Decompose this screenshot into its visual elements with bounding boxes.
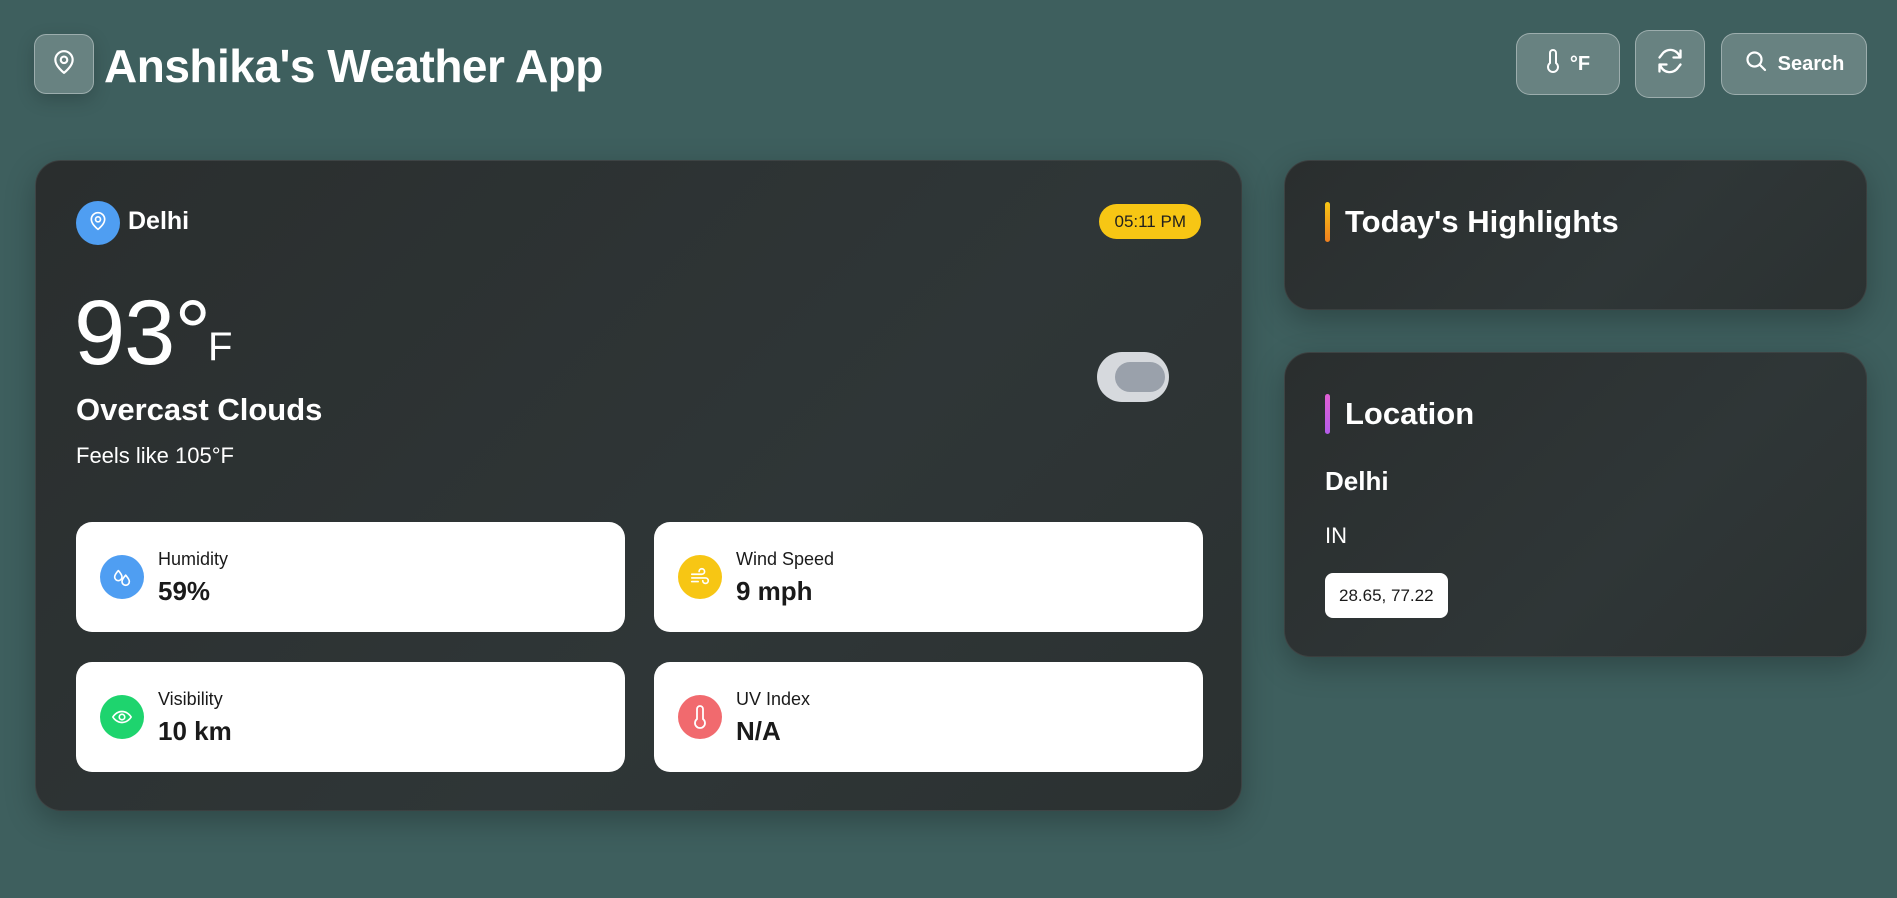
wind-icon [678, 555, 722, 599]
current-weather-card: Delhi 05:11 PM 93° F Overcast Clouds Fee… [35, 160, 1242, 811]
toggle-knob [1115, 362, 1165, 392]
location-title: Location [1325, 394, 1474, 434]
refresh-button[interactable] [1635, 30, 1705, 98]
weather-condition: Overcast Clouds [76, 392, 323, 427]
time-badge: 05:11 PM [1099, 204, 1201, 239]
location-city: Delhi [1325, 466, 1389, 496]
wind-speed-tile: Wind Speed 9 mph [654, 522, 1203, 632]
highlights-title-text: Today's Highlights [1345, 204, 1619, 239]
stat-label: UV Index [736, 689, 811, 709]
eye-icon [100, 695, 144, 739]
thermometer-icon [1546, 49, 1560, 79]
search-label: Search [1777, 52, 1845, 75]
uv-index-tile: UV Index N/A [654, 662, 1203, 772]
temperature-value: 93° [74, 282, 211, 384]
location-card: Location Delhi IN 28.65, 77.22 [1284, 352, 1867, 657]
unit-label: °F [1569, 52, 1591, 75]
stat-label: Wind Speed [736, 549, 835, 569]
highlights-title: Today's Highlights [1325, 202, 1619, 242]
search-button[interactable]: Search [1721, 33, 1867, 95]
stat-value: 9 mph [736, 576, 813, 606]
accent-bar [1325, 202, 1330, 242]
search-icon [1744, 49, 1768, 79]
map-pin-icon [88, 210, 108, 237]
stat-value: 10 km [158, 716, 232, 746]
temperature-unit: F [208, 325, 233, 369]
city-badge [76, 201, 120, 245]
humidity-tile: Humidity 59% [76, 522, 625, 632]
app-logo [34, 34, 94, 94]
stat-value: 59% [158, 576, 211, 606]
stat-value: N/A [736, 716, 781, 746]
highlights-card: Today's Highlights [1284, 160, 1867, 310]
app-title: Anshika's Weather App [104, 40, 603, 92]
location-coordinates: 28.65, 77.22 [1325, 573, 1448, 618]
thermometer-icon [678, 695, 722, 739]
stat-label: Humidity [158, 549, 229, 569]
city-name: Delhi [128, 207, 190, 235]
unit-toggle-button[interactable]: °F [1516, 33, 1620, 95]
map-pin-icon [51, 48, 77, 81]
location-title-text: Location [1345, 396, 1475, 431]
location-country: IN [1325, 523, 1347, 548]
toggle-switch[interactable] [1097, 352, 1169, 402]
stat-label: Visibility [158, 689, 223, 709]
refresh-icon [1656, 47, 1684, 81]
visibility-tile: Visibility 10 km [76, 662, 625, 772]
droplets-icon [100, 555, 144, 599]
accent-bar [1325, 394, 1330, 434]
feels-like: Feels like 105°F [76, 443, 234, 468]
